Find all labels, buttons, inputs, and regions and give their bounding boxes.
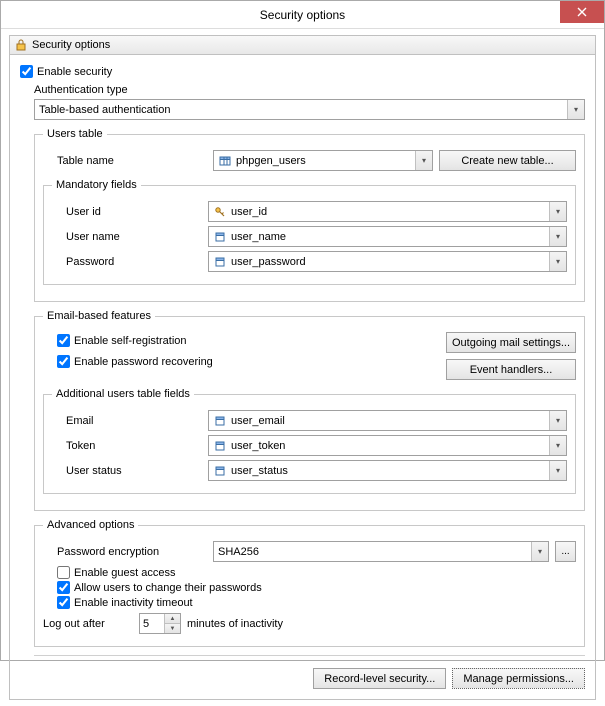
column-icon <box>213 255 227 269</box>
enable-security-label: Enable security <box>37 66 112 78</box>
email-features-legend: Email-based features <box>43 310 155 322</box>
users-table-legend: Users table <box>43 128 107 140</box>
close-button[interactable] <box>560 1 604 23</box>
user-id-label: User id <box>66 206 202 218</box>
table-name-value: phpgen_users <box>236 155 306 167</box>
password-label: Password <box>66 256 202 268</box>
user-id-value: user_id <box>231 206 267 218</box>
password-recovering-checkbox[interactable] <box>57 355 70 368</box>
column-icon <box>213 464 227 478</box>
table-icon <box>218 154 232 168</box>
email-select[interactable]: user_email ▾ <box>208 410 567 431</box>
dropdown-arrow-icon: ▾ <box>549 411 566 430</box>
record-level-security-button[interactable]: Record-level security... <box>313 668 446 689</box>
column-icon <box>213 230 227 244</box>
user-name-value: user_name <box>231 231 286 243</box>
logout-minutes-input[interactable] <box>140 614 164 633</box>
advanced-legend: Advanced options <box>43 519 138 531</box>
dropdown-arrow-icon: ▾ <box>549 252 566 271</box>
table-name-select[interactable]: phpgen_users ▾ <box>213 150 433 171</box>
encryption-select[interactable]: SHA256 ▾ <box>213 541 549 562</box>
user-status-value: user_status <box>231 465 288 477</box>
additional-legend: Additional users table fields <box>52 388 194 400</box>
dropdown-arrow-icon: ▾ <box>549 461 566 480</box>
user-name-label: User name <box>66 231 202 243</box>
mandatory-fields-fieldset: Mandatory fields User id user_id ▾ User … <box>43 179 576 285</box>
user-status-select[interactable]: user_status ▾ <box>208 460 567 481</box>
create-table-button[interactable]: Create new table... <box>439 150 576 171</box>
auth-type-select[interactable]: Table-based authentication ▾ <box>34 99 585 120</box>
dropdown-arrow-icon: ▾ <box>549 202 566 221</box>
outgoing-mail-button[interactable]: Outgoing mail settings... <box>446 332 576 353</box>
guest-access-checkbox[interactable] <box>57 566 70 579</box>
inactivity-timeout-label: Enable inactivity timeout <box>74 597 193 609</box>
users-table-fieldset: Users table Table name phpgen_users ▾ Cr… <box>34 128 585 302</box>
token-label: Token <box>66 440 202 452</box>
window-title: Security options <box>260 8 345 22</box>
spinner-down-icon[interactable]: ▼ <box>165 624 180 633</box>
email-features-fieldset: Email-based features Enable self-registr… <box>34 310 585 511</box>
logout-suffix-label: minutes of inactivity <box>187 618 283 630</box>
manage-permissions-button[interactable]: Manage permissions... <box>452 668 585 689</box>
spinner-up-icon[interactable]: ▲ <box>165 614 180 624</box>
encryption-label: Password encryption <box>57 546 207 558</box>
password-value: user_password <box>231 256 306 268</box>
dropdown-arrow-icon: ▾ <box>567 100 584 119</box>
section-title: Security options <box>32 39 110 51</box>
dropdown-arrow-icon: ▾ <box>549 227 566 246</box>
column-icon <box>213 439 227 453</box>
user-id-select[interactable]: user_id ▾ <box>208 201 567 222</box>
close-icon <box>577 7 587 17</box>
inactivity-timeout-checkbox[interactable] <box>57 596 70 609</box>
guest-access-label: Enable guest access <box>74 567 176 579</box>
dropdown-arrow-icon: ▾ <box>415 151 432 170</box>
logout-minutes-spinner[interactable]: ▲ ▼ <box>139 613 181 634</box>
lock-icon <box>14 38 28 52</box>
password-select[interactable]: user_password ▾ <box>208 251 567 272</box>
self-registration-checkbox[interactable] <box>57 334 70 347</box>
token-value: user_token <box>231 440 285 452</box>
additional-fields-fieldset: Additional users table fields Email user… <box>43 388 576 494</box>
encryption-more-button[interactable]: ... <box>555 541 576 562</box>
enable-security-checkbox[interactable] <box>20 65 33 78</box>
change-password-label: Allow users to change their passwords <box>74 582 262 594</box>
dropdown-arrow-icon: ▾ <box>549 436 566 455</box>
event-handlers-button[interactable]: Event handlers... <box>446 359 576 380</box>
email-label: Email <box>66 415 202 427</box>
password-recovering-label: Enable password recovering <box>74 356 213 368</box>
title-bar: Security options <box>1 1 604 29</box>
auth-type-label: Authentication type <box>34 84 585 96</box>
auth-type-value: Table-based authentication <box>39 104 170 116</box>
token-select[interactable]: user_token ▾ <box>208 435 567 456</box>
encryption-value: SHA256 <box>218 546 259 558</box>
divider <box>34 655 585 656</box>
section-header: Security options <box>9 35 596 55</box>
dropdown-arrow-icon: ▾ <box>531 542 548 561</box>
mandatory-legend: Mandatory fields <box>52 179 141 191</box>
self-registration-label: Enable self-registration <box>74 335 187 347</box>
change-password-checkbox[interactable] <box>57 581 70 594</box>
logout-after-label: Log out after <box>43 618 133 630</box>
enable-security-row: Enable security <box>20 65 585 78</box>
table-name-label: Table name <box>57 155 207 167</box>
user-status-label: User status <box>66 465 202 477</box>
key-icon <box>213 205 227 219</box>
column-icon <box>213 414 227 428</box>
user-name-select[interactable]: user_name ▾ <box>208 226 567 247</box>
advanced-options-fieldset: Advanced options Password encryption SHA… <box>34 519 585 647</box>
email-value: user_email <box>231 415 285 427</box>
